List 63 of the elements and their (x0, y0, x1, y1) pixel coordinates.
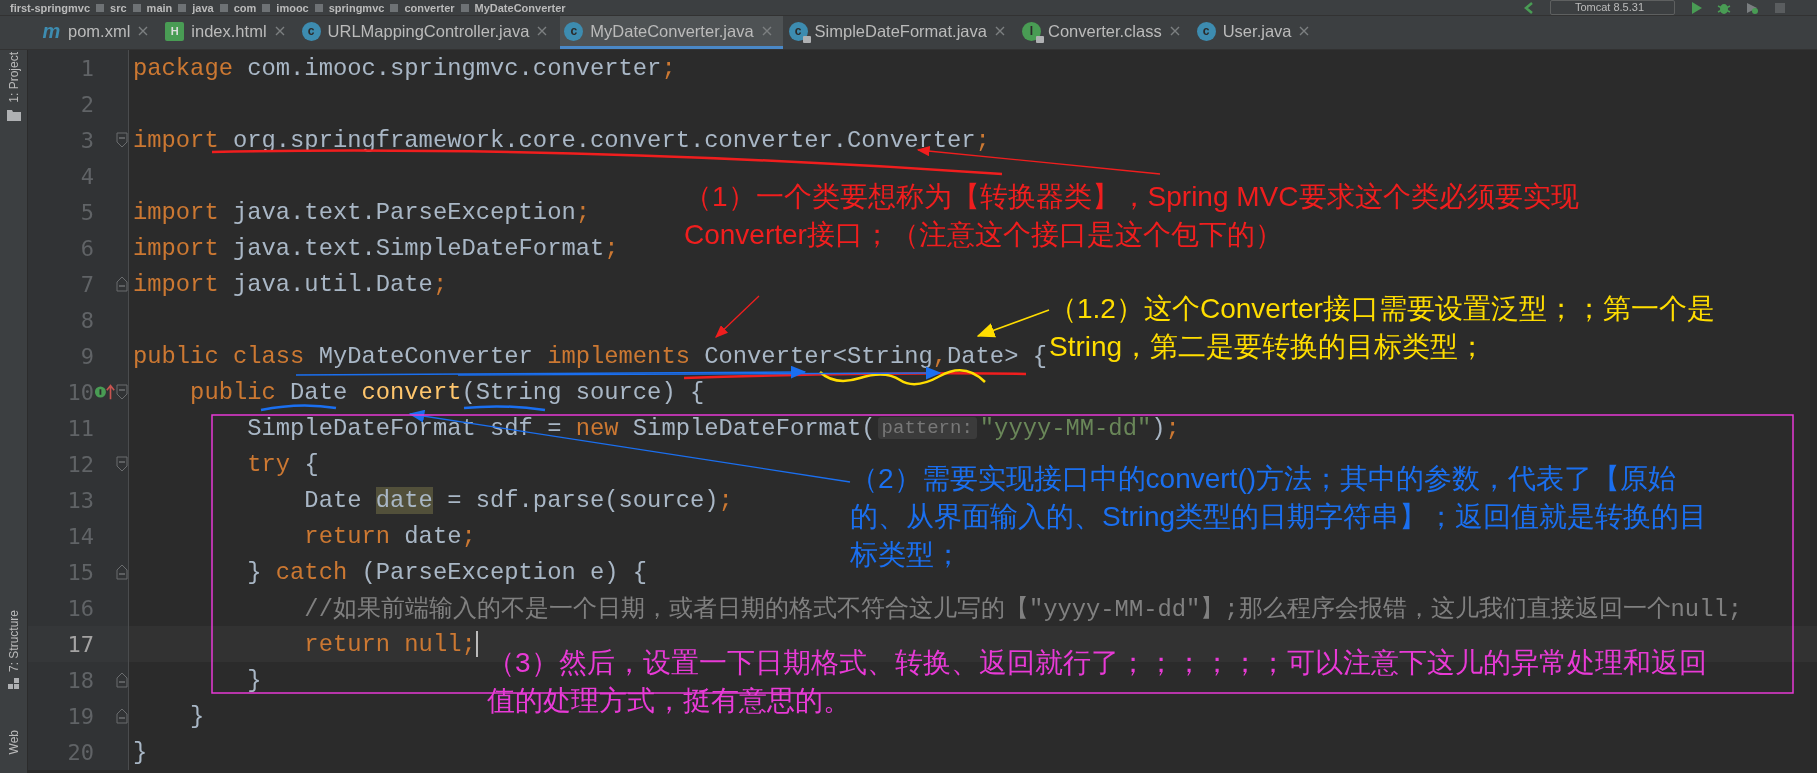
code-line: return date; (303, 522, 476, 550)
run-configuration-dropdown[interactable]: Tomcat 8.5.31 (1549, 0, 1675, 15)
stop-icon[interactable] (1773, 0, 1787, 15)
fold-icon[interactable] (116, 564, 128, 580)
code-line: } (246, 666, 262, 694)
editor-tab[interactable]: H index.html (161, 16, 296, 49)
web-tool-tab[interactable]: Web (6, 730, 21, 755)
fold-icon[interactable] (116, 276, 128, 292)
breadcrumb-item[interactable]: converter (404, 1, 455, 14)
editor-tab[interactable]: m pom.xml (38, 16, 160, 49)
code-line: import java.util.Date; (132, 270, 448, 298)
breadcrumb-item[interactable]: main (146, 1, 173, 14)
close-icon[interactable] (536, 25, 549, 37)
close-icon[interactable] (994, 25, 1006, 37)
annotation-note: （3）然后，设置一下日期格式、转换、返回就行了；；；；；；可以注意下这儿的异常处理和返回值的处理方式，挺有意思的。 (487, 646, 1708, 718)
code-line: public class MyDateConverter implements Converter<String,Date> { (132, 342, 1047, 370)
structure-icon (7, 678, 20, 691)
code-line: } (189, 702, 205, 730)
breadcrumb-item[interactable]: src (110, 1, 127, 14)
code-line: Date date = sdf.parse(source); (303, 486, 733, 514)
annotation-arrow (715, 295, 760, 338)
code-line: import java.text.SimpleDateFormat; (132, 234, 619, 262)
breadcrumb-item[interactable]: springmvc (328, 1, 385, 14)
editor-tab[interactable]: c MyDateConverter.java (560, 16, 783, 49)
close-icon[interactable] (1298, 25, 1311, 37)
editor-tab[interactable]: c User.java (1192, 16, 1321, 49)
annotation-note: （2）需要实现接口中的convert()方法；其中的参数，代表了【原始的、从界面输入的、String类型的日期字符串】；返回值就是转换的目标类型； (850, 462, 1709, 572)
lock-icon (802, 35, 811, 43)
close-icon[interactable] (273, 25, 286, 37)
code-line: //如果前端输入的不是一个日期，或者日期的格式不符合这儿写的【"yyyy-MM-dd"】;那么程序会报错，这儿我们直接返回一个null; (303, 595, 1742, 624)
breadcrumb-item[interactable]: imooc (276, 1, 309, 14)
code-line: return null; (303, 630, 478, 658)
coverage-icon[interactable] (1745, 0, 1759, 15)
implements-icon[interactable] (94, 383, 116, 401)
breadcrumb-item[interactable]: first-springmvc (10, 1, 91, 14)
editor-tab[interactable]: c URLMappingController.java (297, 16, 559, 49)
code-line: public Date convert(String source) { (189, 378, 705, 406)
close-icon[interactable] (1168, 25, 1181, 37)
code-line: package com.imooc.springmvc.converter; (132, 54, 676, 82)
code-line: } catch (ParseException e) { (246, 558, 648, 586)
fold-icon[interactable] (116, 456, 128, 472)
line-number: 17 (66, 631, 94, 657)
code-line: } (132, 738, 148, 766)
run-icon[interactable] (1689, 0, 1703, 15)
breadcrumb-item[interactable]: MyDateConverter (474, 1, 566, 14)
lock-icon (1036, 35, 1044, 43)
structure-tool-tab[interactable]: 7: Structure (6, 610, 21, 673)
breadcrumb-item[interactable]: com (233, 1, 257, 14)
fold-icon[interactable] (116, 708, 128, 724)
breadcrumb-item[interactable]: java (192, 1, 214, 14)
fold-icon[interactable] (116, 132, 128, 148)
fold-icon[interactable] (116, 384, 128, 400)
close-icon[interactable] (137, 25, 150, 37)
editor-tab[interactable]: c SimpleDateFormat.java (784, 16, 1016, 49)
code-line: import org.springframework.core.convert.converter.Converter; (132, 126, 990, 154)
close-icon[interactable] (760, 25, 773, 37)
annotation-note: （1.2）这个Converter接口需要设置泛型；；第一个是String，第二是要转换的目标类型； (1049, 292, 1716, 364)
annotation-note: （1）一个类要想称为【转换器类】，Spring MVC要求这个类必须要实现Converter接口；（注意这个接口是这个包下的） (684, 180, 1580, 252)
code-line: import java.text.ParseException; (132, 198, 590, 226)
fold-icon[interactable] (116, 672, 128, 688)
code-line: try { (246, 450, 319, 478)
project-tool-tab[interactable]: 1: Project (6, 52, 21, 103)
editor-tab[interactable]: I Converter.class (1018, 16, 1191, 49)
